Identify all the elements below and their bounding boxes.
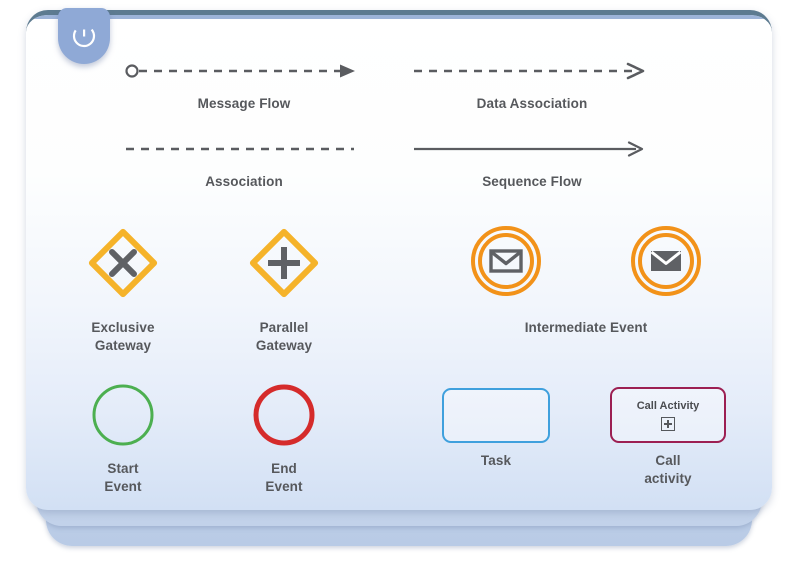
- legend-entry-intermediate-event: Intermediate Event: [426, 215, 746, 337]
- exclusive-gateway-shape: [53, 215, 193, 311]
- intermediate-throw-message-event-shape: [629, 224, 703, 303]
- call-activity-icon: Call Activity: [610, 387, 726, 443]
- call-activity-shape: Call Activity: [578, 378, 758, 452]
- legend-label-intermediate-event: Intermediate Event: [524, 320, 648, 335]
- legend-entry-parallel-gateway: Parallel Gateway: [214, 215, 354, 355]
- legend-label-association: Association: [205, 174, 283, 189]
- envelope-filled-icon: [631, 225, 701, 296]
- legend-label-parallel-gateway: Parallel Gateway: [255, 320, 313, 353]
- envelope-outline-icon: [471, 225, 541, 296]
- start-event-icon: [92, 384, 154, 446]
- association-icon: [126, 147, 354, 151]
- intermediate-catch-message-event-shape: [469, 224, 543, 303]
- legend-label-call-activity: Call activity: [644, 453, 692, 486]
- call-activity-inner-label: Call Activity: [636, 400, 700, 412]
- exclusive-gateway-icon: [88, 228, 158, 298]
- legend-label-task: Task: [480, 453, 512, 468]
- sequence-flow-icon: [414, 141, 644, 157]
- boxed-plus-icon: [661, 417, 675, 431]
- data-association-icon: [414, 62, 645, 80]
- legend-entry-association: Association: [124, 138, 364, 191]
- legend-entry-exclusive-gateway: Exclusive Gateway: [53, 215, 193, 355]
- parallel-gateway-icon: [249, 228, 319, 298]
- legend-label-message-flow: Message Flow: [197, 96, 291, 111]
- message-flow-icon: [125, 64, 355, 78]
- legend-entry-task: Task: [406, 378, 586, 470]
- legend-label-end-event: End Event: [265, 461, 303, 494]
- legend-entry-call-activity: Call Activity Call activity: [578, 378, 758, 488]
- legend-entry-data-association: Data Association: [412, 60, 652, 113]
- legend-entry-message-flow: Message Flow: [124, 60, 364, 113]
- parallel-gateway-shape: [214, 215, 354, 311]
- legend-entry-end-event: End Event: [214, 378, 354, 496]
- end-event-shape: [214, 378, 354, 452]
- task-shape: [406, 378, 586, 452]
- letter-c-logo-icon[interactable]: [58, 8, 110, 64]
- start-event-shape: [53, 378, 193, 452]
- legend-label-start-event: Start Event: [104, 461, 142, 494]
- end-event-icon: [253, 384, 315, 446]
- task-icon: [442, 387, 550, 443]
- legend-label-data-association: Data Association: [476, 96, 588, 111]
- legend-label-exclusive-gateway: Exclusive Gateway: [91, 320, 155, 353]
- legend-entry-start-event: Start Event: [53, 378, 193, 496]
- legend-content: Message Flow Data Association Associatio…: [26, 10, 772, 510]
- legend-label-sequence-flow: Sequence Flow: [482, 174, 582, 189]
- legend-entry-sequence-flow: Sequence Flow: [412, 138, 652, 191]
- bpmn-legend-screenshot: Message Flow Data Association Associatio…: [0, 0, 800, 570]
